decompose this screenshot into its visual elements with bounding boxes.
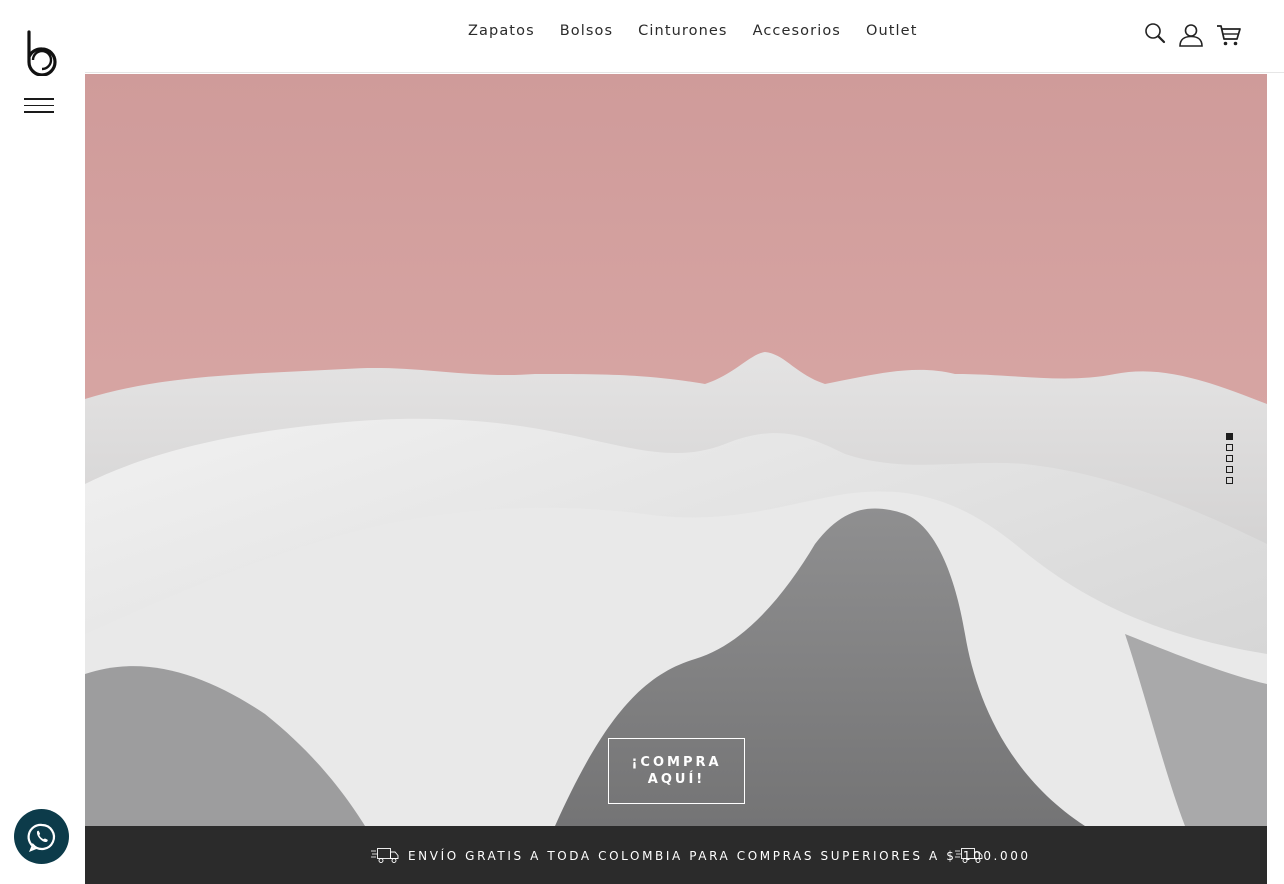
brand-logo[interactable] — [26, 30, 58, 77]
delivery-truck-icon — [955, 848, 983, 863]
search-button[interactable] — [1144, 22, 1168, 50]
shop-now-button[interactable]: ¡COMPRA AQUÍ! — [608, 738, 745, 804]
slide-dot-1[interactable] — [1226, 433, 1233, 440]
delivery-truck-icon — [371, 848, 399, 863]
b-logo-icon — [27, 30, 57, 77]
user-icon — [1179, 24, 1203, 47]
cart-icon — [1217, 25, 1241, 46]
menu-line — [24, 111, 54, 113]
nav-item-zapatos[interactable]: Zapatos — [468, 23, 535, 39]
slide-dot-3[interactable] — [1226, 455, 1233, 462]
search-icon — [1145, 23, 1166, 44]
shipping-banner: ENVÍO GRATIS A TODA COLOMBIA PARA COMPRA… — [85, 826, 1267, 884]
page: Zapatos Bolsos Cinturones Accesorios Out… — [0, 0, 1284, 884]
left-rail — [0, 0, 85, 884]
slide-dot-4[interactable] — [1226, 466, 1233, 473]
menu-line — [24, 104, 54, 106]
hero-slider: ¡COMPRA AQUÍ! — [85, 74, 1267, 826]
hero-image — [85, 352, 1267, 826]
nav-item-bolsos[interactable]: Bolsos — [560, 23, 613, 39]
slider-pagination — [1226, 433, 1233, 484]
top-header: Zapatos Bolsos Cinturones Accesorios Out… — [85, 0, 1284, 73]
nav-item-outlet[interactable]: Outlet — [866, 23, 918, 39]
slide-dot-2[interactable] — [1226, 444, 1233, 451]
nav-item-accesorios[interactable]: Accesorios — [753, 23, 841, 39]
slide-dot-5[interactable] — [1226, 477, 1233, 484]
shipping-text: ENVÍO GRATIS A TODA COLOMBIA PARA COMPRA… — [408, 849, 1031, 863]
cart-button[interactable] — [1216, 22, 1242, 52]
shop-now-label: ¡COMPRA AQUÍ! — [631, 755, 722, 787]
menu-button[interactable] — [24, 98, 56, 116]
nav-item-cinturones[interactable]: Cinturones — [638, 23, 727, 39]
whatsapp-button[interactable] — [14, 809, 69, 864]
whatsapp-icon — [27, 823, 55, 852]
menu-line — [24, 98, 54, 100]
account-button[interactable] — [1178, 22, 1204, 52]
main-nav: Zapatos Bolsos Cinturones Accesorios Out… — [468, 23, 917, 39]
